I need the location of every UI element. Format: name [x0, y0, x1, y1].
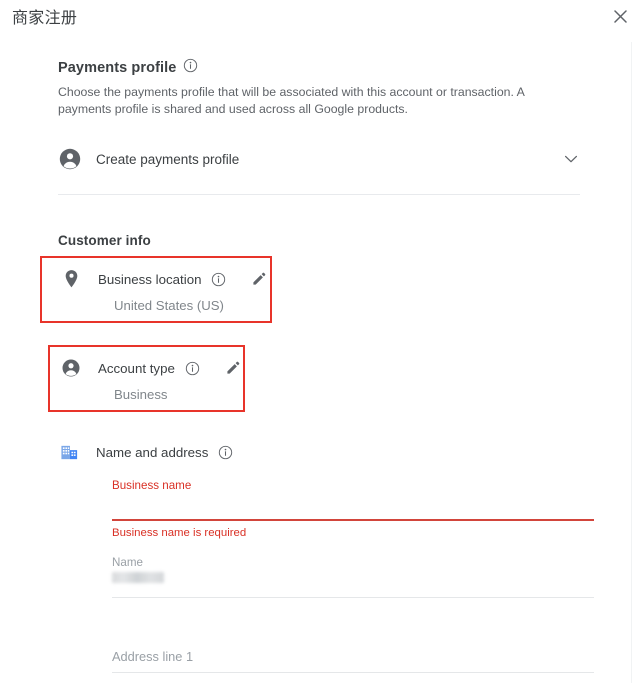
payments-profile-heading-row: Payments profile [58, 42, 580, 78]
info-icon[interactable] [185, 361, 200, 376]
address-line-1-field[interactable]: Address line 1 [112, 649, 594, 673]
business-name-field[interactable]: Business name Business name is required [112, 478, 594, 540]
field-gap [112, 613, 594, 649]
pencil-icon[interactable] [251, 271, 267, 287]
business-name-input[interactable] [112, 493, 594, 521]
office-building-icon [58, 443, 80, 462]
dialog-header: 商家注册 [0, 0, 640, 42]
name-and-address-header: Name and address [58, 440, 580, 464]
address-line-1-input[interactable] [112, 672, 594, 673]
name-field[interactable]: Name [112, 555, 594, 598]
pencil-icon[interactable] [225, 360, 241, 376]
business-name-error-text: Business name is required [112, 527, 247, 539]
page-title: 商家注册 [12, 10, 78, 27]
info-icon[interactable] [211, 272, 226, 287]
account-circle-icon [60, 358, 82, 378]
close-button[interactable] [608, 4, 632, 28]
account-type-row[interactable]: Account type Business [48, 345, 245, 412]
name-and-address-label: Name and address [96, 444, 209, 460]
name-value-redacted [112, 572, 164, 583]
business-location-label: Business location [98, 271, 202, 287]
info-icon[interactable] [183, 58, 198, 78]
account-type-label: Account type [98, 360, 175, 376]
business-name-label: Business name [112, 479, 192, 492]
account-type-header: Account type [60, 355, 243, 381]
payments-profile-description: Choose the payments profile that will be… [58, 85, 525, 116]
name-label: Name [112, 556, 143, 569]
dialog-scroll-area[interactable]: Payments profile Choose the payments pro… [0, 42, 640, 683]
address-fields: Business name Business name is required … [112, 478, 594, 683]
business-location-row[interactable]: Business location United States (US) [40, 256, 272, 323]
create-payments-profile-row[interactable]: Create payments profile [58, 140, 580, 178]
address-line-1-placeholder: Address line 1 [112, 649, 194, 664]
customer-info-heading: Customer info [58, 233, 151, 248]
create-payments-profile-label: Create payments profile [96, 151, 240, 167]
business-location-header: Business location [60, 266, 270, 292]
name-and-address-section: Name and address Business name Business … [58, 440, 594, 683]
payments-profile-section: Payments profile Choose the payments pro… [0, 42, 640, 683]
account-type-value: Business [114, 387, 168, 402]
payments-profile-heading: Payments profile [58, 60, 177, 76]
chevron-down-icon[interactable] [562, 150, 580, 168]
vertical-scrollbar[interactable] [631, 42, 640, 683]
location-pin-icon [60, 269, 82, 289]
name-input[interactable] [112, 583, 594, 598]
close-icon [613, 9, 627, 23]
section-divider [58, 194, 580, 195]
business-location-value: United States (US) [114, 298, 224, 313]
info-icon[interactable] [218, 445, 233, 460]
account-circle-icon [58, 147, 82, 171]
